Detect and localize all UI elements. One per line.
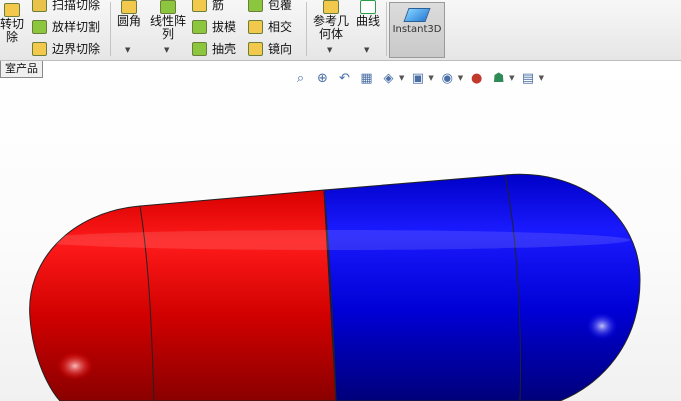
revolved-cut-label-2: 除 — [5, 30, 18, 44]
wrap-button[interactable]: 包覆 — [248, 0, 292, 13]
view-settings-dropdown-icon[interactable]: ▼ — [539, 74, 544, 82]
linear-pattern-dropdown-icon[interactable]: ▼ — [164, 46, 169, 54]
wrap-icon — [248, 0, 263, 12]
ribbon-separator — [386, 2, 387, 56]
capsule-highlight-red — [57, 352, 93, 380]
revolved-cut-button[interactable]: 转切 除 — [0, 3, 24, 44]
capsule-sheen — [30, 230, 630, 250]
loft-cut-button[interactable]: 放样切割 — [32, 18, 100, 35]
mirror-icon — [248, 41, 263, 56]
mirror-label: 镜向 — [268, 42, 293, 56]
fillet-button[interactable]: 圆角 — [115, 0, 143, 28]
zoom-to-fit-icon[interactable]: ⌕ — [293, 71, 308, 86]
document-tab-label: 室产品 — [5, 62, 38, 75]
curves-dropdown-icon[interactable]: ▼ — [364, 46, 369, 54]
capsule-highlight-blue — [586, 312, 618, 340]
reference-geometry-button[interactable]: 参考几 何体 — [311, 0, 351, 41]
instant3d-label: Instant3D — [392, 24, 442, 35]
zoom-area-icon[interactable]: ⊕ — [315, 71, 330, 86]
intersect-label: 相交 — [268, 20, 293, 34]
scene-dropdown-icon[interactable]: ▼ — [509, 74, 514, 82]
ribbon-separator — [110, 2, 111, 56]
linear-pattern-icon — [160, 0, 176, 14]
capsule-model[interactable] — [0, 62, 681, 401]
section-view-icon[interactable]: ▦ — [359, 71, 374, 86]
curves-icon — [360, 0, 376, 14]
draft-button[interactable]: 拔模 — [192, 18, 236, 35]
intersect-button[interactable]: 相交 — [248, 18, 292, 35]
reference-geometry-label-2: 何体 — [318, 27, 343, 41]
boundary-cut-button[interactable]: 边界切除 — [32, 40, 100, 57]
display-style-icon[interactable]: ▣ — [410, 71, 425, 86]
loft-cut-label: 放样切割 — [52, 20, 101, 34]
shell-label: 抽壳 — [212, 42, 237, 56]
heads-up-view-toolbar: ⌕ ⊕ ↶ ▦ ◈ ▼ ▣ ▼ ◉ ▼ ● ☗ ▼ ▤ ▼ — [293, 68, 550, 88]
edit-appearance-icon[interactable]: ● — [469, 71, 484, 86]
command-manager-ribbon: 转切 除 扫描切除 放样切割 边界切除 圆角 ▼ 线性阵 列 ▼ 筋 拔模 抽壳… — [0, 0, 681, 61]
scene-icon[interactable]: ☗ — [491, 71, 506, 86]
instant3d-icon — [403, 8, 431, 22]
graphics-area[interactable] — [0, 62, 681, 401]
hide-show-dropdown-icon[interactable]: ▼ — [458, 74, 463, 82]
curves-label: 曲线 — [355, 14, 380, 28]
rib-label: 筋 — [212, 0, 225, 12]
reference-geometry-dropdown-icon[interactable]: ▼ — [327, 46, 332, 54]
rib-button[interactable]: 筋 — [192, 0, 224, 13]
loft-cut-icon — [32, 19, 47, 34]
fillet-label: 圆角 — [116, 14, 141, 28]
previous-view-icon[interactable]: ↶ — [337, 71, 352, 86]
revolved-cut-icon — [4, 3, 20, 17]
sweep-cut-icon — [32, 0, 47, 12]
linear-pattern-button[interactable]: 线性阵 列 — [148, 0, 188, 41]
linear-pattern-label-2: 列 — [161, 27, 174, 41]
boundary-cut-label: 边界切除 — [52, 42, 101, 56]
fillet-dropdown-icon[interactable]: ▼ — [125, 46, 130, 54]
draft-icon — [192, 19, 207, 34]
boundary-cut-icon — [32, 41, 47, 56]
draft-label: 拔模 — [212, 20, 237, 34]
view-orientation-icon[interactable]: ◈ — [381, 71, 396, 86]
shell-button[interactable]: 抽壳 — [192, 40, 236, 57]
intersect-icon — [248, 19, 263, 34]
view-settings-icon[interactable]: ▤ — [521, 71, 536, 86]
fillet-icon — [121, 0, 137, 14]
sweep-cut-button[interactable]: 扫描切除 — [32, 0, 100, 13]
document-tab[interactable]: 室产品 — [0, 61, 43, 78]
ribbon-separator — [306, 2, 307, 56]
curves-button[interactable]: 曲线 — [354, 0, 382, 28]
hide-show-icon[interactable]: ◉ — [440, 71, 455, 86]
shell-icon — [192, 41, 207, 56]
capsule-blue-half[interactable] — [323, 173, 641, 401]
display-style-dropdown-icon[interactable]: ▼ — [428, 74, 433, 82]
wrap-label: 包覆 — [268, 0, 293, 12]
reference-geometry-icon — [323, 0, 339, 14]
mirror-button[interactable]: 镜向 — [248, 40, 292, 57]
rib-icon — [192, 0, 207, 12]
view-orientation-dropdown-icon[interactable]: ▼ — [399, 74, 404, 82]
instant3d-button[interactable]: Instant3D — [389, 2, 445, 58]
sweep-cut-label: 扫描切除 — [52, 0, 101, 12]
